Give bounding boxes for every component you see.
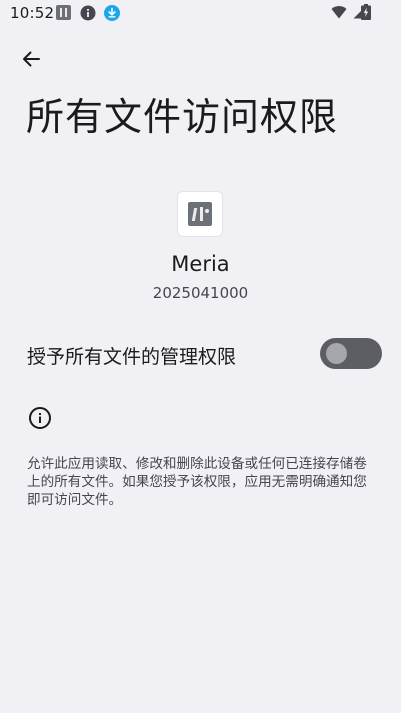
app-version: 2025041000 bbox=[152, 284, 249, 302]
permission-toggle[interactable] bbox=[320, 338, 382, 369]
info-icon bbox=[80, 5, 96, 21]
app-icon bbox=[178, 192, 222, 236]
app-name: Meria bbox=[171, 252, 230, 276]
download-icon bbox=[104, 5, 120, 21]
back-button[interactable] bbox=[16, 44, 46, 74]
info-outline-icon bbox=[29, 407, 51, 429]
arrow-left-icon bbox=[23, 51, 40, 67]
status-time: 10:52 bbox=[10, 4, 55, 22]
wifi-icon bbox=[331, 6, 347, 19]
permission-row[interactable]: 授予所有文件的管理权限 bbox=[0, 330, 401, 378]
app-notification-icon bbox=[56, 5, 71, 20]
page-title: 所有文件访问权限 bbox=[26, 95, 339, 139]
toggle-knob bbox=[326, 343, 347, 364]
status-bar: 10:52 bbox=[0, 0, 401, 28]
battery-icon bbox=[361, 4, 371, 20]
permission-label: 授予所有文件的管理权限 bbox=[27, 346, 237, 368]
permission-description: 允许此应用读取、修改和删除此设备或任何已连接存储卷上的所有文件。如果您授予该权限… bbox=[27, 456, 367, 508]
